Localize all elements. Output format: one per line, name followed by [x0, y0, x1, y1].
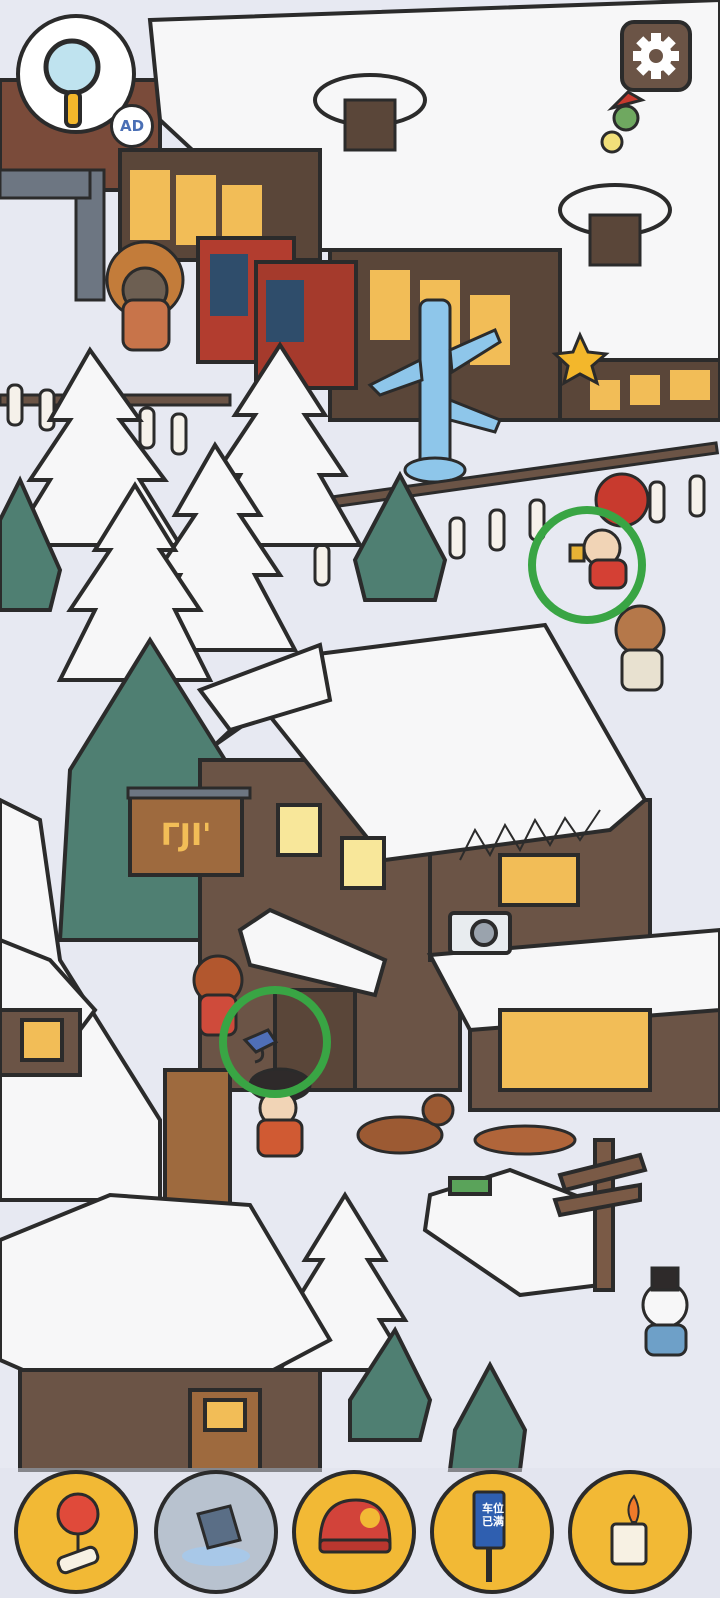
balloon-scroll-icon	[56, 1492, 100, 1575]
parking-sign-text: 车位已满	[482, 1502, 504, 1528]
villager-curly[interactable]	[614, 604, 666, 692]
item-slot-spilled-cup[interactable]	[154, 1470, 278, 1594]
item-slot-lighter[interactable]	[568, 1470, 692, 1594]
settings-button[interactable]	[620, 20, 692, 92]
shop-sign-text: ΓJI'	[161, 818, 212, 853]
item-slot-helmet[interactable]	[292, 1470, 416, 1594]
item-slot-balloon[interactable]	[14, 1470, 138, 1594]
gear-icon	[620, 20, 692, 92]
lighter-icon	[610, 1494, 648, 1566]
helmet-icon	[318, 1498, 392, 1554]
hint-magnifier-button[interactable]: AD	[14, 12, 154, 148]
item-slot-parking-sign[interactable]: 车位已满	[430, 1470, 554, 1594]
ad-badge: AD	[110, 104, 154, 148]
villager-bun-girl[interactable]	[192, 954, 244, 1037]
parking-sign-icon	[472, 1490, 506, 1582]
spilled-cup-icon	[182, 1504, 250, 1566]
sleeping-dog[interactable]	[473, 1124, 577, 1156]
snow-village-scene[interactable]: ΓJI'	[0, 0, 720, 1598]
shop-sign[interactable]: ΓJI'	[126, 786, 252, 877]
